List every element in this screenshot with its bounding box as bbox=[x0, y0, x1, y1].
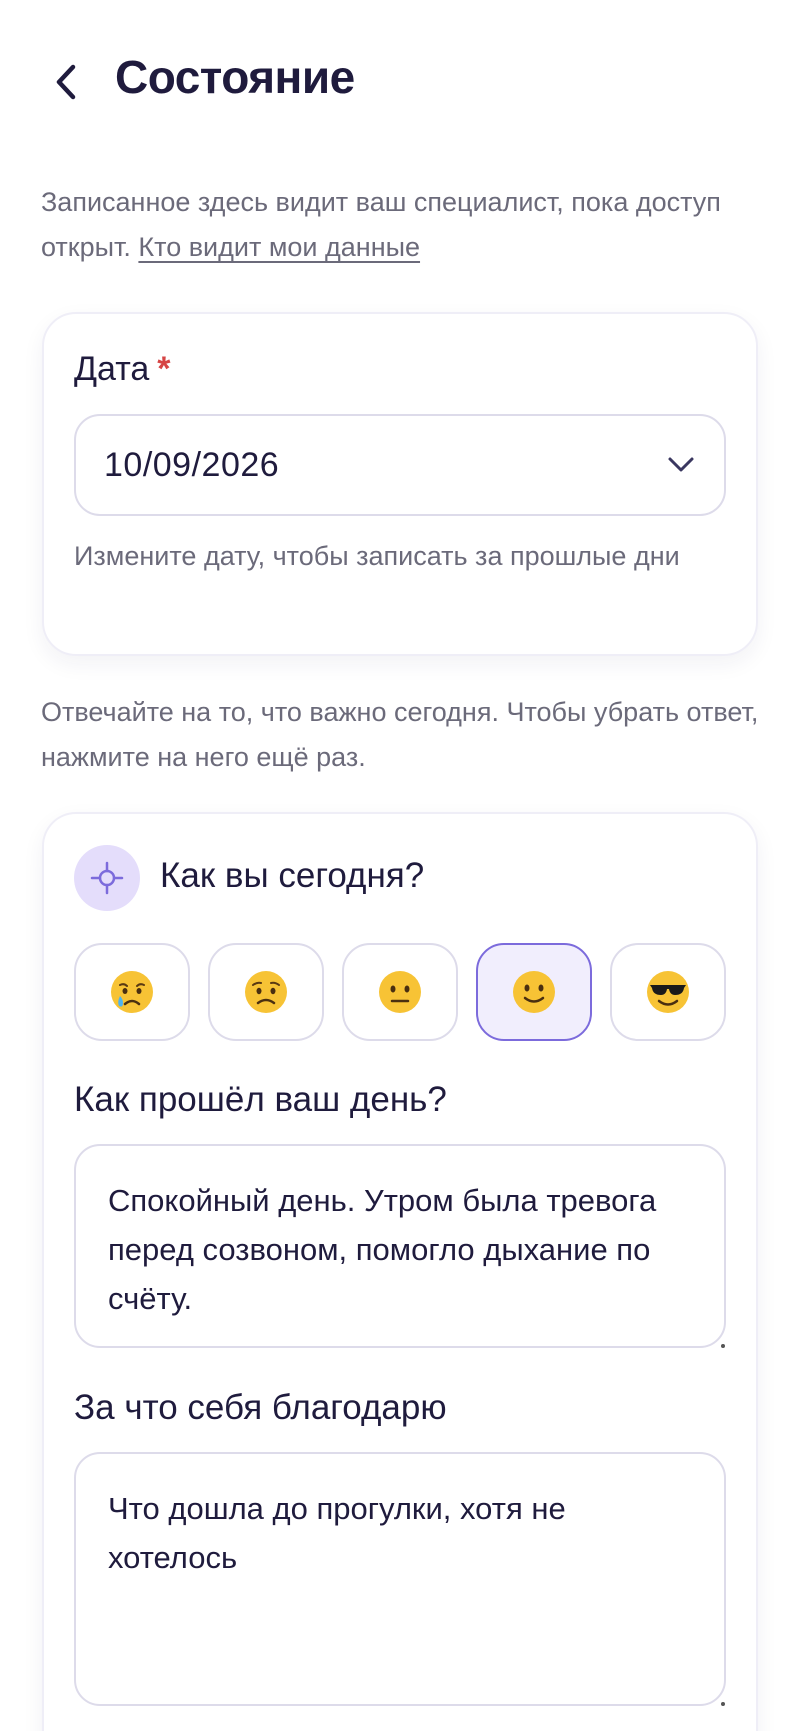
mood-option-worried[interactable] bbox=[208, 943, 324, 1041]
slightly-smiling-face-icon bbox=[513, 971, 555, 1013]
day-question-title: Как прошёл ваш день? bbox=[74, 1080, 447, 1119]
mood-option-crying[interactable] bbox=[74, 943, 190, 1041]
back-button[interactable] bbox=[44, 56, 88, 108]
mood-question: Как вы сегодня? bbox=[160, 856, 425, 895]
mood-entry-screen: Состояние Записанное здесь видит ваш спе… bbox=[0, 0, 800, 1731]
sunglasses-face-icon bbox=[647, 971, 689, 1013]
date-value: 10/09/2026 bbox=[104, 445, 280, 484]
chevron-left-icon bbox=[56, 64, 76, 100]
resize-handle[interactable] bbox=[721, 1344, 725, 1348]
date-label-text: Дата bbox=[74, 350, 150, 388]
neutral-face-icon bbox=[379, 971, 421, 1013]
instructions-text: Отвечайте на то, что важно сегодня. Чтоб… bbox=[41, 697, 759, 772]
date-help-text: Измените дату, чтобы записать за прошлые… bbox=[74, 541, 680, 571]
mood-option-sunglasses[interactable] bbox=[610, 943, 726, 1041]
crosshair-icon bbox=[74, 845, 140, 911]
required-mark: * bbox=[157, 350, 171, 388]
date-select[interactable]: 10/09/2026 bbox=[74, 414, 726, 516]
crying-face-icon bbox=[111, 971, 153, 1013]
date-label: Дата * bbox=[74, 350, 171, 389]
chevron-down-icon bbox=[668, 457, 694, 472]
mood-option-neutral[interactable] bbox=[342, 943, 458, 1041]
gratitude-title: За что себя благодарю bbox=[74, 1388, 447, 1427]
who-sees-data-link[interactable]: Кто видит мои данные bbox=[138, 232, 420, 262]
gratitude-textarea[interactable]: Что дошла до прогулки, хотя не хотелось bbox=[74, 1452, 726, 1706]
day-textarea[interactable]: Спокойный день. Утром была тревога перед… bbox=[74, 1144, 726, 1348]
mood-option-slightly-smiling[interactable] bbox=[476, 943, 592, 1041]
resize-handle[interactable] bbox=[721, 1702, 725, 1706]
page-title: Состояние bbox=[115, 51, 355, 103]
header: Состояние bbox=[0, 0, 800, 160]
privacy-notice: Записанное здесь видит ваш специалист, п… bbox=[41, 180, 761, 270]
mood-options bbox=[74, 943, 726, 1041]
worried-face-icon bbox=[245, 971, 287, 1013]
